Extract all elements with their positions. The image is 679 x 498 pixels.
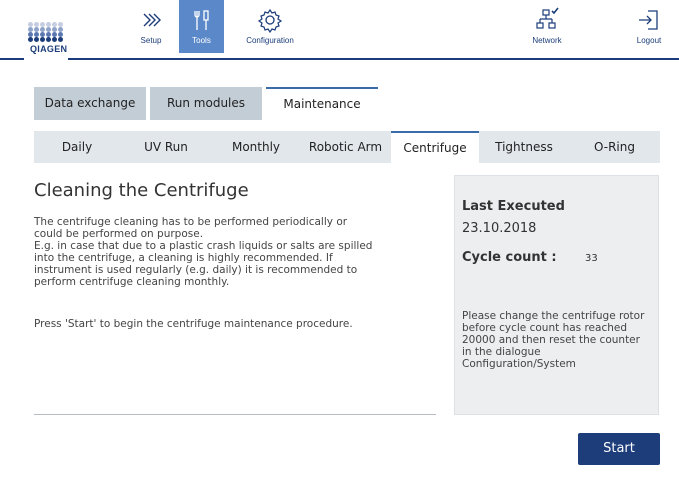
- content-divider: [34, 414, 436, 415]
- nav-configuration-button[interactable]: Configuration: [236, 0, 304, 53]
- logo-dot: [28, 37, 33, 42]
- tab-data-exchange[interactable]: Data exchange: [34, 87, 146, 120]
- tab-o-ring[interactable]: O-Ring: [569, 131, 660, 163]
- tab-robotic-arm[interactable]: Robotic Arm: [300, 131, 391, 163]
- logo-dots: [28, 22, 64, 42]
- tab-monthly[interactable]: Monthly: [212, 131, 300, 163]
- tools-icon: [193, 10, 209, 30]
- description-text: The centrifuge cleaning has to be perfor…: [34, 216, 373, 288]
- page-title: Cleaning the Centrifuge: [34, 180, 249, 201]
- tab-tightness[interactable]: Tightness: [479, 131, 569, 163]
- header-rule-right: [68, 58, 679, 60]
- rotor-change-note: Please change the centrifuge rotor befor…: [462, 310, 645, 370]
- gear-icon: [257, 8, 283, 33]
- logo-dot: [58, 37, 63, 42]
- start-button[interactable]: Start: [578, 433, 660, 465]
- nav-setup-label: Setup: [140, 36, 162, 45]
- last-executed-label: Last Executed: [462, 199, 565, 214]
- cycle-count-label: Cycle count :: [462, 250, 557, 265]
- logo-text: QIAGEN: [30, 44, 68, 54]
- nav-tools-label: Tools: [192, 36, 211, 45]
- instruction-text: Press 'Start' to begin the centrifuge ma…: [34, 318, 353, 330]
- tab-uv-run[interactable]: UV Run: [120, 131, 212, 163]
- nav-logout-label: Logout: [636, 36, 662, 45]
- chevrons-right-icon: [143, 13, 161, 27]
- logo-dot: [40, 37, 45, 42]
- nav-logout-button[interactable]: Logout: [624, 0, 674, 53]
- network-icon: [536, 7, 559, 29]
- logout-icon: [639, 10, 658, 30]
- nav-network-button[interactable]: Network: [522, 0, 572, 53]
- last-executed-value: 23.10.2018: [462, 221, 537, 236]
- tab-daily[interactable]: Daily: [34, 131, 120, 163]
- nav-tools-button[interactable]: Tools: [179, 0, 224, 53]
- nav-network-label: Network: [532, 36, 562, 45]
- header-rule-left: [0, 58, 24, 60]
- tab-maintenance[interactable]: Maintenance: [266, 87, 378, 121]
- logo-dot: [52, 37, 57, 42]
- nav-configuration-label: Configuration: [246, 36, 294, 45]
- tab-centrifuge[interactable]: Centrifuge: [391, 131, 479, 164]
- cycle-count-value: 33: [585, 253, 598, 264]
- tab-run-modules[interactable]: Run modules: [150, 87, 262, 120]
- nav-setup-button[interactable]: Setup: [128, 0, 174, 53]
- top-bar: QIAGEN Setup Tools Configuration Network…: [0, 0, 679, 62]
- qiagen-logo: QIAGEN: [28, 22, 68, 56]
- logo-dot: [46, 37, 51, 42]
- logo-dot: [34, 37, 39, 42]
